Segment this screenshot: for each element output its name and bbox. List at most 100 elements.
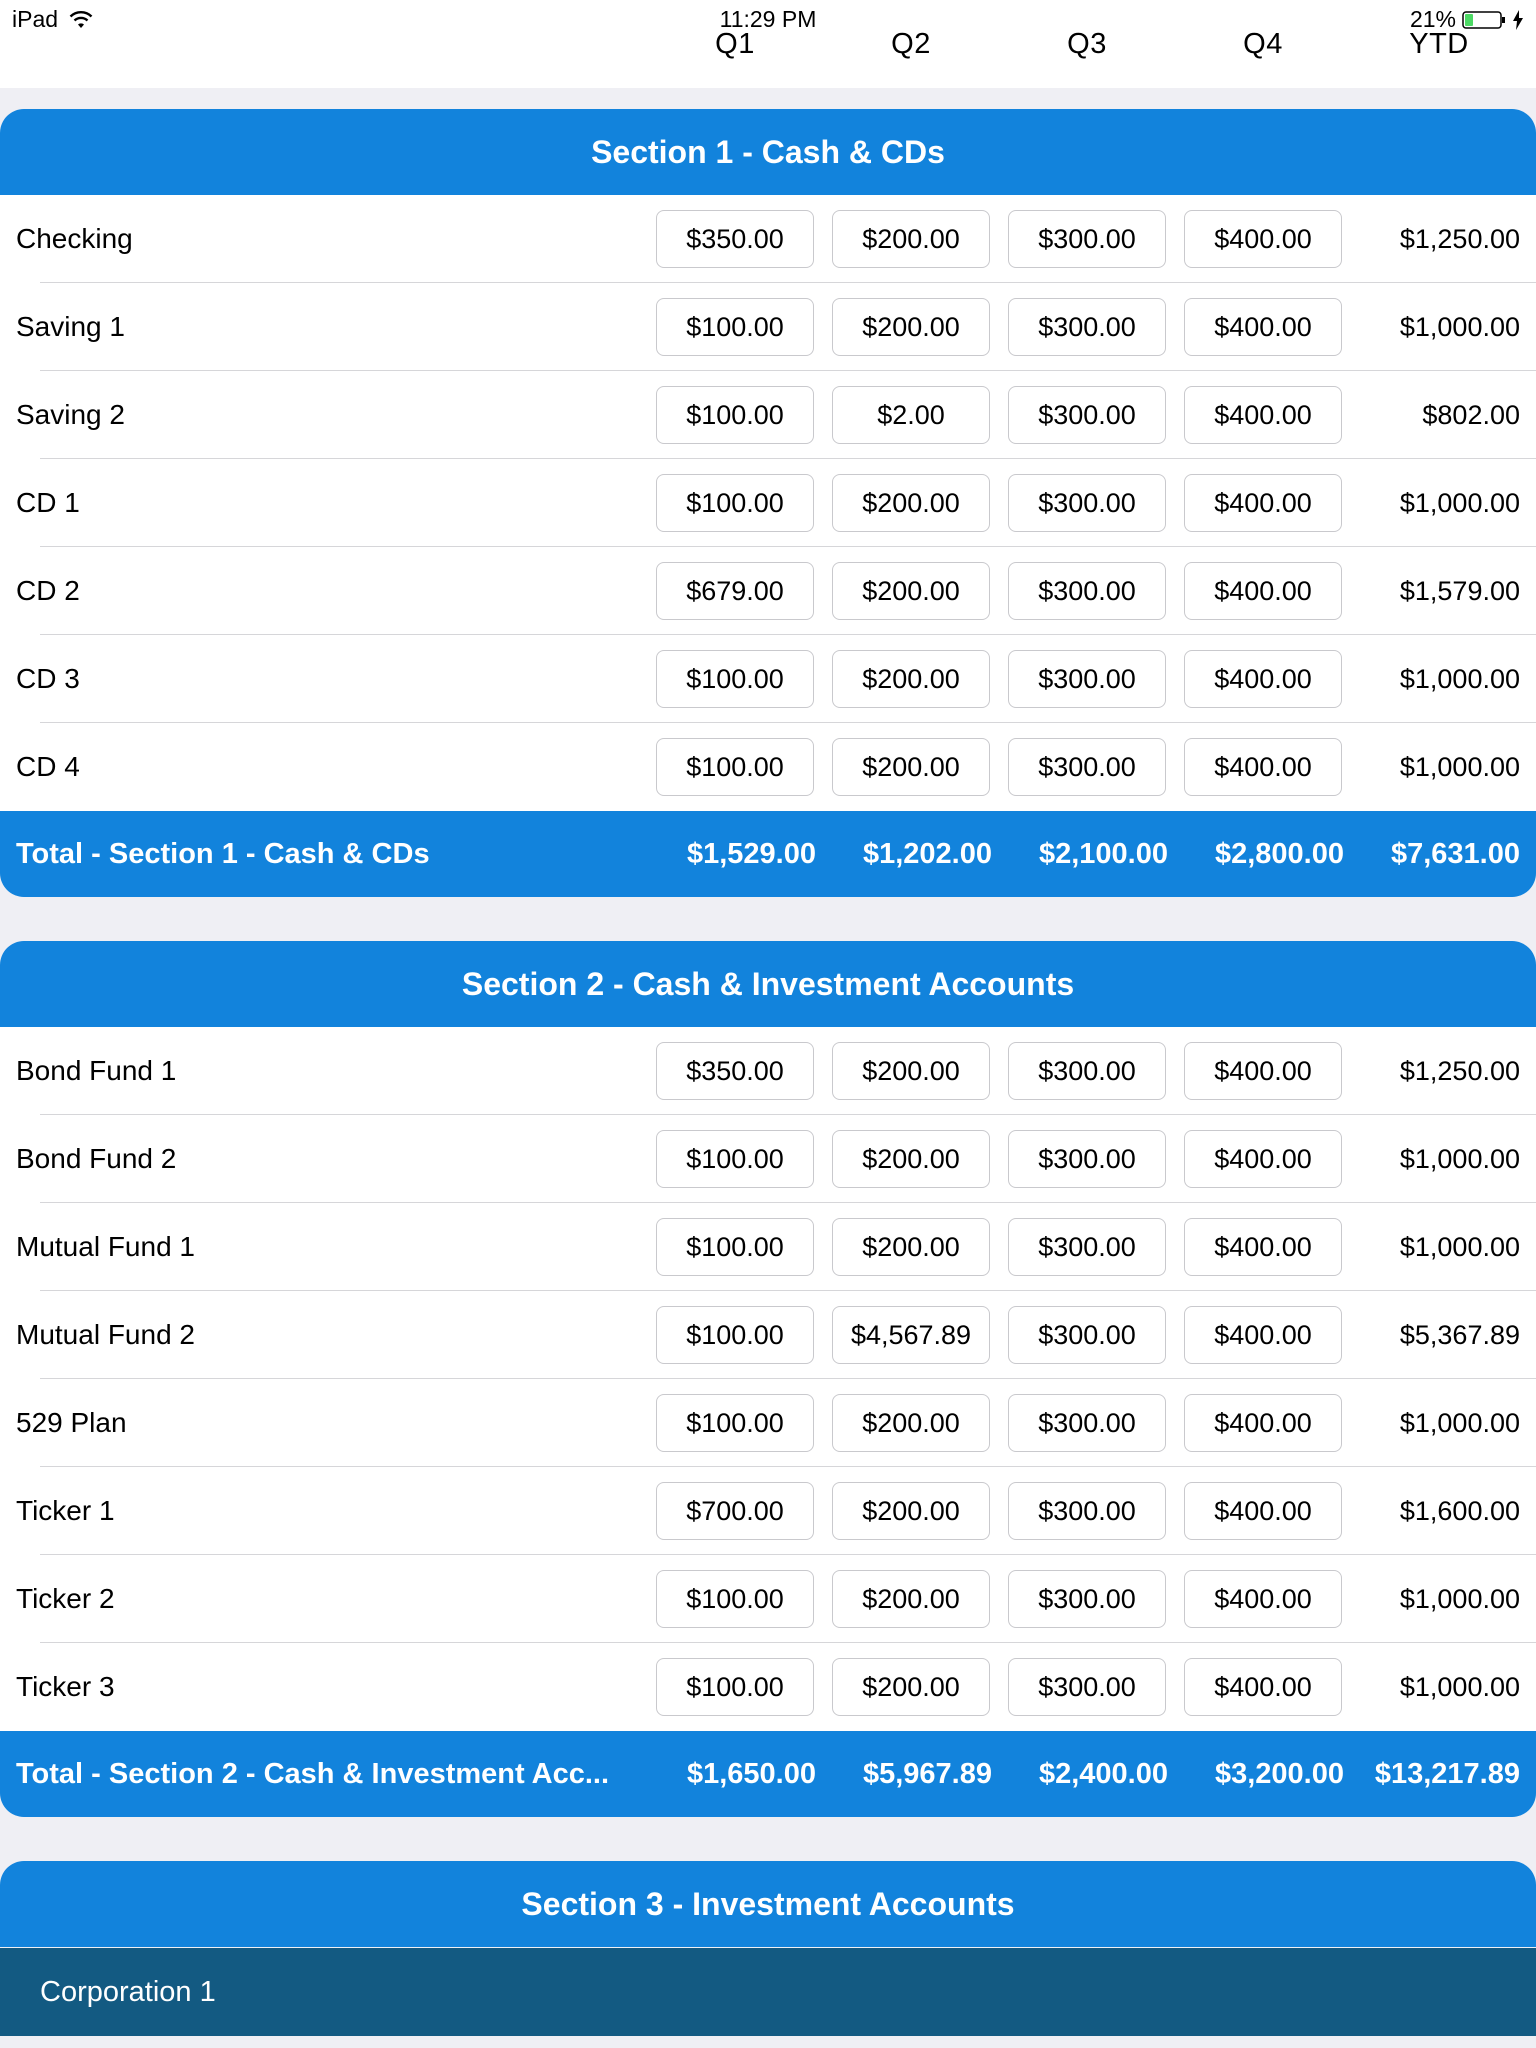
q3-input[interactable]: $300.00 xyxy=(1008,386,1166,444)
q3-input[interactable]: $300.00 xyxy=(1008,1218,1166,1276)
column-header-ytd: YTD xyxy=(1409,28,1469,60)
q4-input[interactable]: $400.00 xyxy=(1184,1130,1342,1188)
ytd-value: $1,250.00 xyxy=(1399,1056,1520,1086)
table-row: CD 2 $679.00 $200.00 $300.00 $400.00 $1,… xyxy=(0,547,1536,635)
q2-input[interactable]: $200.00 xyxy=(832,1394,990,1452)
q1-input[interactable]: $100.00 xyxy=(656,738,814,796)
q4-input[interactable]: $400.00 xyxy=(1184,386,1342,444)
q1-input[interactable]: $100.00 xyxy=(656,474,814,532)
q4-input[interactable]: $400.00 xyxy=(1184,1394,1342,1452)
table-row: CD 1 $100.00 $200.00 $300.00 $400.00 $1,… xyxy=(0,459,1536,547)
group-row[interactable]: Corporation 1 xyxy=(0,1948,1536,2036)
table-row: Saving 1 $100.00 $200.00 $300.00 $400.00… xyxy=(0,283,1536,371)
table-row: 529 Plan $100.00 $200.00 $300.00 $400.00… xyxy=(0,1379,1536,1467)
q1-input[interactable]: $100.00 xyxy=(656,1570,814,1628)
section-header[interactable]: Section 2 - Cash & Investment Accounts xyxy=(0,941,1536,1027)
q2-input[interactable]: $200.00 xyxy=(832,1130,990,1188)
q3-input[interactable]: $300.00 xyxy=(1008,298,1166,356)
table-row: Ticker 2 $100.00 $200.00 $300.00 $400.00… xyxy=(0,1555,1536,1643)
q3-input[interactable]: $300.00 xyxy=(1008,562,1166,620)
q4-input[interactable]: $400.00 xyxy=(1184,738,1342,796)
q2-input[interactable]: $200.00 xyxy=(832,1482,990,1540)
row-label: Ticker 3 xyxy=(16,1671,115,1702)
total-q3: $2,400.00 xyxy=(1038,1758,1168,1790)
total-q2: $5,967.89 xyxy=(862,1758,992,1790)
q4-input[interactable]: $400.00 xyxy=(1184,1042,1342,1100)
ytd-value: $1,000.00 xyxy=(1399,1672,1520,1702)
q1-input[interactable]: $100.00 xyxy=(656,1394,814,1452)
row-label: Bond Fund 1 xyxy=(16,1055,177,1086)
q1-input[interactable]: $350.00 xyxy=(656,210,814,268)
section-total-row: Total - Section 2 - Cash & Investment Ac… xyxy=(0,1731,1536,1817)
ytd-value: $1,000.00 xyxy=(1399,312,1520,342)
total-q1: $1,529.00 xyxy=(686,838,816,870)
section-total-row: Total - Section 1 - Cash & CDs $1,529.00… xyxy=(0,811,1536,897)
q4-input[interactable]: $400.00 xyxy=(1184,474,1342,532)
ytd-value: $802.00 xyxy=(1422,400,1520,430)
q1-input[interactable]: $679.00 xyxy=(656,562,814,620)
q2-input[interactable]: $200.00 xyxy=(832,650,990,708)
q2-input[interactable]: $200.00 xyxy=(832,562,990,620)
q3-input[interactable]: $300.00 xyxy=(1008,738,1166,796)
q2-input[interactable]: $4,567.89 xyxy=(832,1306,990,1364)
q2-input[interactable]: $200.00 xyxy=(832,210,990,268)
section-header[interactable]: Section 3 - Investment Accounts xyxy=(0,1861,1536,1947)
q4-input[interactable]: $400.00 xyxy=(1184,1570,1342,1628)
table-row: Bond Fund 1 $350.00 $200.00 $300.00 $400… xyxy=(0,1027,1536,1115)
ytd-value: $1,000.00 xyxy=(1399,488,1520,518)
q4-input[interactable]: $400.00 xyxy=(1184,562,1342,620)
q1-input[interactable]: $100.00 xyxy=(656,1218,814,1276)
q1-input[interactable]: $100.00 xyxy=(656,298,814,356)
q1-input[interactable]: $100.00 xyxy=(656,650,814,708)
q2-input[interactable]: $200.00 xyxy=(832,298,990,356)
ytd-value: $1,250.00 xyxy=(1399,224,1520,254)
row-label: Ticker 2 xyxy=(16,1583,115,1614)
q1-input[interactable]: $100.00 xyxy=(656,1306,814,1364)
q1-input[interactable]: $700.00 xyxy=(656,1482,814,1540)
q4-input[interactable]: $400.00 xyxy=(1184,210,1342,268)
row-label: Saving 2 xyxy=(16,399,125,430)
table-row: Checking $350.00 $200.00 $300.00 $400.00… xyxy=(0,195,1536,283)
q3-input[interactable]: $300.00 xyxy=(1008,650,1166,708)
row-label: 529 Plan xyxy=(16,1407,127,1438)
table-row: Saving 2 $100.00 $2.00 $300.00 $400.00 $… xyxy=(0,371,1536,459)
total-q2: $1,202.00 xyxy=(862,838,992,870)
q3-input[interactable]: $300.00 xyxy=(1008,474,1166,532)
q1-input[interactable]: $100.00 xyxy=(656,1130,814,1188)
row-label: Ticker 1 xyxy=(16,1495,115,1526)
q3-input[interactable]: $300.00 xyxy=(1008,1306,1166,1364)
q1-input[interactable]: $100.00 xyxy=(656,1658,814,1716)
q3-input[interactable]: $300.00 xyxy=(1008,1394,1166,1452)
q4-input[interactable]: $400.00 xyxy=(1184,1306,1342,1364)
row-label: CD 4 xyxy=(16,751,80,782)
row-label: CD 3 xyxy=(16,663,80,694)
q4-input[interactable]: $400.00 xyxy=(1184,650,1342,708)
q1-input[interactable]: $350.00 xyxy=(656,1042,814,1100)
q2-input[interactable]: $2.00 xyxy=(832,386,990,444)
total-label: Total - Section 2 - Cash & Investment Ac… xyxy=(16,1758,610,1790)
q3-input[interactable]: $300.00 xyxy=(1008,1130,1166,1188)
row-label: Saving 1 xyxy=(16,311,125,342)
q2-input[interactable]: $200.00 xyxy=(832,474,990,532)
q3-input[interactable]: $300.00 xyxy=(1008,1482,1166,1540)
total-q1: $1,650.00 xyxy=(686,1758,816,1790)
q2-input[interactable]: $200.00 xyxy=(832,1042,990,1100)
column-header-q1: Q1 xyxy=(715,28,755,60)
q2-input[interactable]: $200.00 xyxy=(832,1570,990,1628)
q2-input[interactable]: $200.00 xyxy=(832,1658,990,1716)
q2-input[interactable]: $200.00 xyxy=(832,1218,990,1276)
q3-input[interactable]: $300.00 xyxy=(1008,1570,1166,1628)
q4-input[interactable]: $400.00 xyxy=(1184,298,1342,356)
q3-input[interactable]: $300.00 xyxy=(1008,1042,1166,1100)
q2-input[interactable]: $200.00 xyxy=(832,738,990,796)
q4-input[interactable]: $400.00 xyxy=(1184,1658,1342,1716)
q4-input[interactable]: $400.00 xyxy=(1184,1482,1342,1540)
battery-icon xyxy=(1462,10,1505,29)
total-q4: $3,200.00 xyxy=(1214,1758,1344,1790)
q3-input[interactable]: $300.00 xyxy=(1008,210,1166,268)
section-header[interactable]: Section 1 - Cash & CDs xyxy=(0,109,1536,195)
q4-input[interactable]: $400.00 xyxy=(1184,1218,1342,1276)
q3-input[interactable]: $300.00 xyxy=(1008,1658,1166,1716)
column-header-q3: Q3 xyxy=(1067,28,1107,60)
q1-input[interactable]: $100.00 xyxy=(656,386,814,444)
